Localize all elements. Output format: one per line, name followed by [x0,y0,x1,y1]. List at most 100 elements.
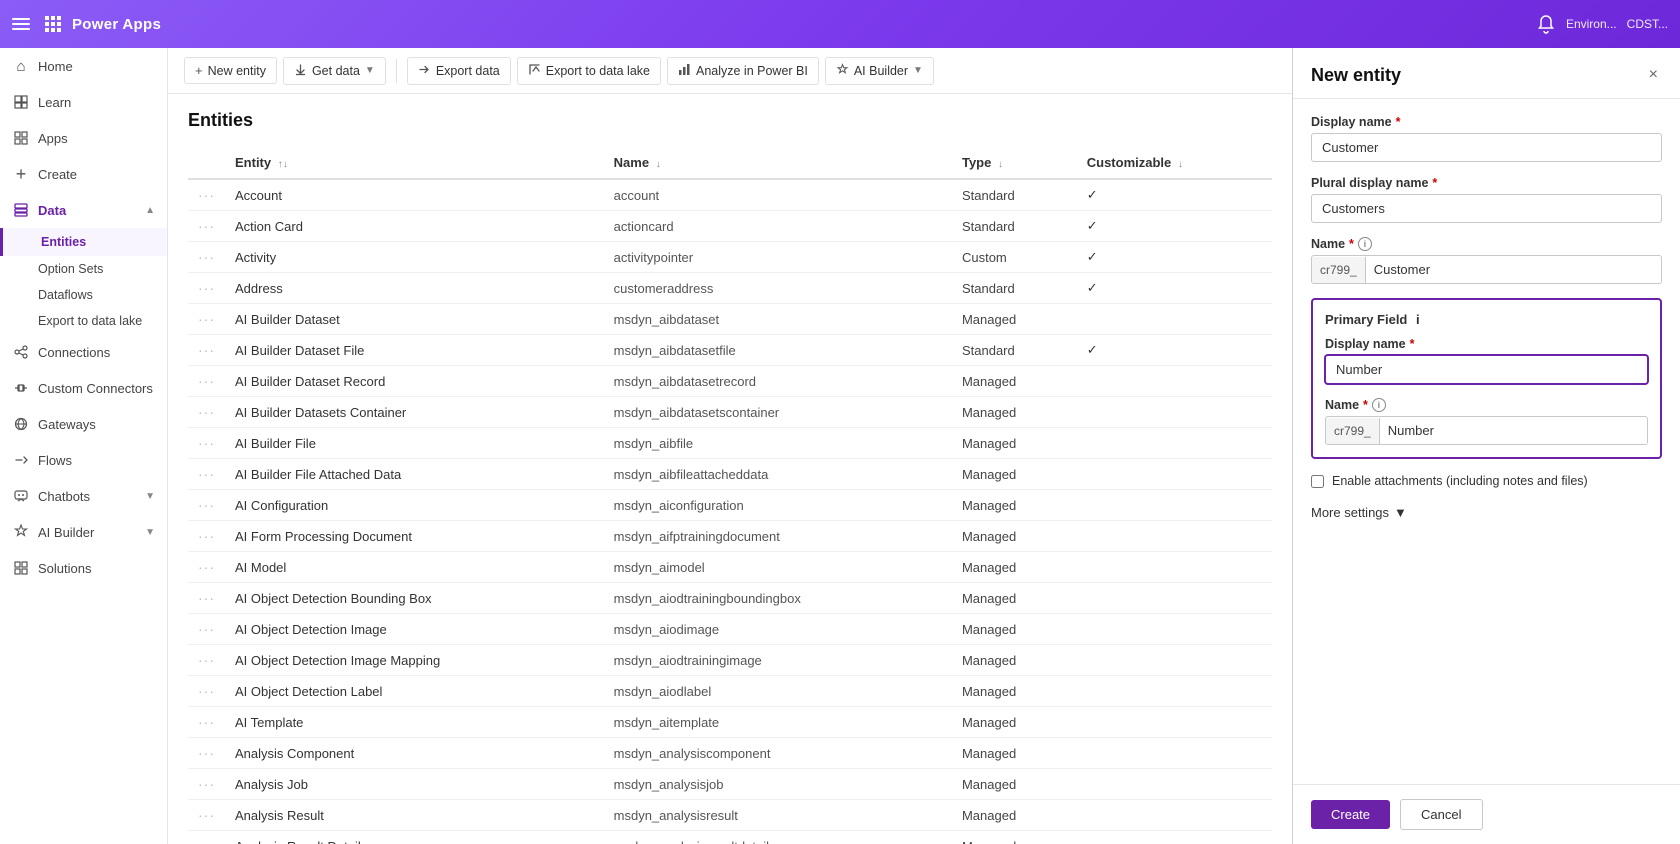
row-dots[interactable]: ··· [188,211,225,242]
sidebar-item-custom-connectors[interactable]: Custom Connectors [0,370,167,406]
bell-icon[interactable] [1536,14,1556,34]
toolbar: + New entity Get data ▼ Export data [168,48,1292,94]
new-entity-button[interactable]: + New entity [184,57,277,84]
sidebar-item-dataflows[interactable]: Dataflows [0,282,167,308]
row-dots[interactable]: ··· [188,459,225,490]
table-row: ··· AI Builder File Attached Data msdyn_… [188,459,1272,490]
app-name: Power Apps [72,16,161,33]
col-customizable-header[interactable]: Customizable ↓ [1077,147,1272,179]
display-name-label: Display name * [1311,115,1662,129]
primary-name-required: * [1363,398,1368,412]
table-row: ··· AI Builder Dataset msdyn_aibdataset … [188,304,1272,335]
row-dots[interactable]: ··· [188,304,225,335]
table-row: ··· AI Object Detection Image msdyn_aiod… [188,614,1272,645]
primary-display-name-required: * [1410,337,1415,351]
row-name: actioncard [604,211,952,242]
row-dots[interactable]: ··· [188,428,225,459]
sidebar-item-export-lake[interactable]: Export to data lake [0,308,167,334]
row-type: Standard [952,273,1077,304]
row-dots[interactable]: ··· [188,335,225,366]
row-name: customeraddress [604,273,952,304]
col-dots-header [188,147,225,179]
get-data-button[interactable]: Get data ▼ [283,57,386,85]
primary-name-info-icon[interactable]: i [1372,398,1386,412]
export-lake-button[interactable]: Export to data lake [517,57,661,85]
row-entity: Account [225,179,604,211]
primary-field-info-icon[interactable]: i [1416,312,1420,327]
chatbots-icon [12,487,30,505]
primary-display-name-input[interactable] [1325,355,1648,384]
row-dots[interactable]: ··· [188,645,225,676]
apps-icon [12,129,30,147]
col-entity-header[interactable]: Entity ↑↓ [225,147,604,179]
enable-attachments-checkbox[interactable] [1311,475,1324,488]
row-dots[interactable]: ··· [188,738,225,769]
sidebar-item-learn[interactable]: Learn [0,84,167,120]
row-name: msdyn_aitemplate [604,707,952,738]
col-type-header[interactable]: Type ↓ [952,147,1077,179]
display-name-input[interactable] [1311,133,1662,162]
row-entity: Analysis Result Detail [225,831,604,844]
row-entity: AI Builder Datasets Container [225,397,604,428]
row-customizable: ✓ [1077,179,1272,211]
table-row: ··· Analysis Component msdyn_analysiscom… [188,738,1272,769]
row-dots[interactable]: ··· [188,397,225,428]
create-button[interactable]: Create [1311,800,1390,829]
row-dots[interactable]: ··· [188,831,225,844]
enable-attachments-group: Enable attachments (including notes and … [1311,473,1662,491]
table-row: ··· Analysis Job msdyn_analysisjob Manag… [188,769,1272,800]
table-row: ··· AI Object Detection Bounding Box msd… [188,583,1272,614]
export-data-button[interactable]: Export data [407,57,511,85]
hamburger-icon[interactable] [12,18,30,30]
row-dots[interactable]: ··· [188,273,225,304]
row-dots[interactable]: ··· [188,707,225,738]
sidebar-item-home[interactable]: ⌂ Home [0,48,167,84]
row-name: msdyn_aiodimage [604,614,952,645]
row-dots[interactable]: ··· [188,521,225,552]
primary-name-input[interactable] [1380,417,1647,444]
plus-icon: + [195,63,203,78]
sidebar-item-data[interactable]: Data ▲ [0,192,167,228]
enable-attachments-label: Enable attachments (including notes and … [1332,473,1588,491]
analyze-bi-button[interactable]: Analyze in Power BI [667,57,819,85]
row-name: msdyn_aibfileattacheddata [604,459,952,490]
row-dots[interactable]: ··· [188,769,225,800]
row-dots[interactable]: ··· [188,179,225,211]
sidebar-item-connections[interactable]: Connections [0,334,167,370]
row-dots[interactable]: ··· [188,366,225,397]
sidebar-item-create[interactable]: + Create [0,156,167,192]
sidebar-item-chatbots[interactable]: Chatbots ▼ [0,478,167,514]
sidebar-item-option-sets[interactable]: Option Sets [0,256,167,282]
sidebar-item-gateways[interactable]: Gateways [0,406,167,442]
col-name-header[interactable]: Name ↓ [604,147,952,179]
row-dots[interactable]: ··· [188,676,225,707]
primary-field-title: Primary Field i [1325,312,1648,327]
plural-name-input[interactable] [1311,194,1662,223]
sidebar-item-ai-builder[interactable]: AI Builder ▼ [0,514,167,550]
cancel-button[interactable]: Cancel [1400,799,1482,830]
panel-close-button[interactable]: × [1645,62,1662,88]
row-dots[interactable]: ··· [188,614,225,645]
sidebar-item-solutions[interactable]: Solutions [0,550,167,586]
ai-builder-button[interactable]: AI Builder ▼ [825,57,934,85]
sidebar-item-flows[interactable]: Flows [0,442,167,478]
row-name: msdyn_aiodlabel [604,676,952,707]
analyze-icon [678,63,691,79]
row-dots[interactable]: ··· [188,583,225,614]
custom-connectors-icon [12,379,30,397]
row-type: Managed [952,490,1077,521]
ai-dropdown-icon: ▼ [913,65,923,76]
sidebar-item-entities[interactable]: Entities [0,228,167,256]
row-dots[interactable]: ··· [188,242,225,273]
row-name: msdyn_aibdatasetrecord [604,366,952,397]
row-dots[interactable]: ··· [188,490,225,521]
name-info-icon[interactable]: i [1358,237,1372,251]
sidebar-item-apps[interactable]: Apps [0,120,167,156]
more-settings-button[interactable]: More settings ▼ [1311,505,1662,520]
name-input[interactable] [1366,256,1661,283]
row-dots[interactable]: ··· [188,800,225,831]
row-dots[interactable]: ··· [188,552,225,583]
row-name: msdyn_aiodtrainingimage [604,645,952,676]
chatbots-chevron-icon: ▼ [145,491,155,502]
topbar: Power Apps Environ... CDST... [0,0,1680,48]
